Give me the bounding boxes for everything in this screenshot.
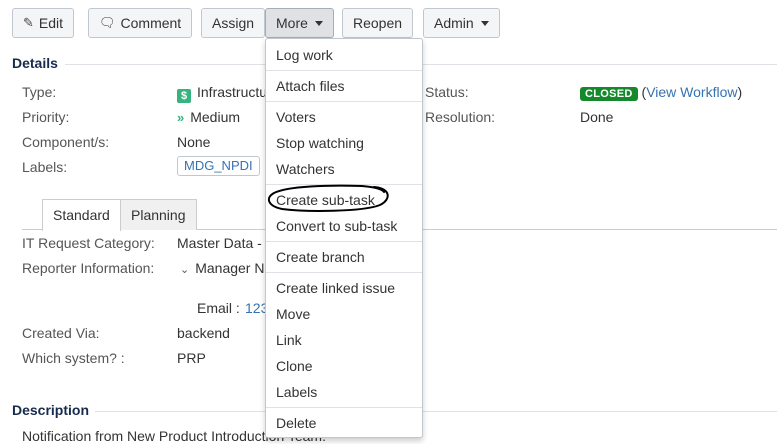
- more-dropdown-menu: Log work Attach files Voters Stop watchi…: [265, 38, 423, 438]
- menu-item-delete[interactable]: Delete: [276, 415, 316, 431]
- menu-item-labels[interactable]: Labels: [276, 384, 317, 400]
- tab-standard[interactable]: Standard: [42, 199, 121, 231]
- dollar-badge-icon: $: [177, 89, 191, 103]
- menu-item-link[interactable]: Link: [276, 332, 302, 348]
- chevron-down-icon: [314, 20, 323, 26]
- resolution-value: Done: [580, 109, 614, 125]
- labels-value: MDG_NPDI: [177, 156, 260, 176]
- created-via-value: backend: [177, 325, 230, 341]
- chevron-down-icon: [480, 20, 489, 26]
- description-divider: [95, 411, 777, 412]
- resolution-label: Resolution:: [425, 109, 496, 125]
- menu-separator: [266, 272, 422, 273]
- comment-bubble-icon: 🗨: [99, 15, 116, 30]
- type-value: $ Infrastructu: [177, 84, 267, 103]
- chevron-down-icon[interactable]: ⌄: [180, 264, 189, 276]
- menu-separator: [266, 407, 422, 408]
- reopen-button[interactable]: Reopen: [342, 8, 414, 38]
- details-heading: Details: [12, 55, 58, 71]
- status-badge: CLOSED: [580, 87, 638, 101]
- menu-separator: [266, 70, 422, 71]
- reporter-label: Reporter Information:: [22, 260, 155, 276]
- description-heading: Description: [12, 402, 90, 418]
- menu-item-voters[interactable]: Voters: [276, 109, 316, 125]
- edit-button[interactable]: ✎ Edit: [12, 8, 75, 38]
- components-label: Component/s:: [22, 134, 110, 150]
- priority-value: » Medium: [177, 109, 241, 125]
- admin-button[interactable]: Admin: [423, 8, 500, 38]
- hand-drawn-circle-annotation: [267, 184, 389, 212]
- menu-separator: [266, 101, 422, 102]
- it-request-label: IT Request Category:: [22, 235, 155, 251]
- created-via-label: Created Via:: [22, 325, 100, 341]
- components-value: None: [177, 134, 211, 150]
- menu-separator: [266, 241, 422, 242]
- menu-item-log-work[interactable]: Log work: [276, 47, 333, 63]
- more-button[interactable]: More: [265, 8, 334, 38]
- labels-label: Labels:: [22, 159, 68, 175]
- menu-item-convert-to-sub-task[interactable]: Convert to sub-task: [276, 218, 397, 234]
- menu-item-create-branch[interactable]: Create branch: [276, 249, 365, 265]
- menu-item-clone[interactable]: Clone: [276, 358, 313, 374]
- view-workflow-link[interactable]: View Workflow: [646, 84, 737, 100]
- menu-item-stop-watching[interactable]: Stop watching: [276, 135, 364, 151]
- assign-button[interactable]: Assign: [201, 8, 266, 38]
- type-label: Type:: [22, 84, 57, 100]
- menu-item-attach-files[interactable]: Attach files: [276, 78, 344, 94]
- menu-item-create-linked-issue[interactable]: Create linked issue: [276, 280, 395, 296]
- comment-button[interactable]: 🗨 Comment: [88, 8, 193, 38]
- which-system-value: PRP: [177, 350, 206, 366]
- reporter-value: ⌄ Manager N: [180, 260, 265, 276]
- status-label: Status:: [425, 84, 469, 100]
- pencil-icon: ✎: [23, 15, 34, 30]
- email-label: Email :: [197, 300, 240, 316]
- status-value: CLOSED (View Workflow): [580, 84, 742, 101]
- menu-item-watchers[interactable]: Watchers: [276, 161, 335, 177]
- it-request-value: Master Data -: [177, 235, 262, 251]
- label-tag[interactable]: MDG_NPDI: [177, 156, 260, 176]
- double-chevron-down-icon: »: [177, 110, 185, 125]
- priority-label: Priority:: [22, 109, 70, 125]
- tab-planning[interactable]: Planning: [120, 199, 197, 230]
- which-system-label: Which system? :: [22, 350, 125, 366]
- menu-item-move[interactable]: Move: [276, 306, 310, 322]
